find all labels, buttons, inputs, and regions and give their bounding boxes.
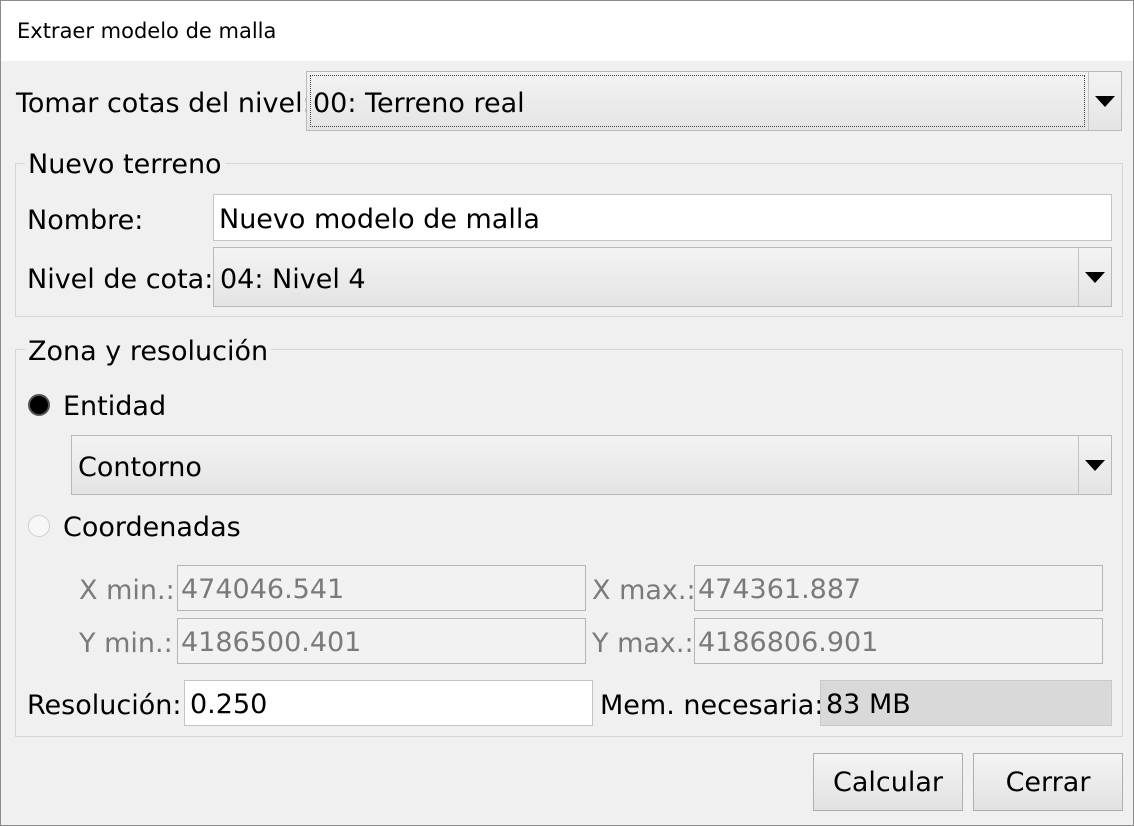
chevron-down-icon: [1085, 272, 1105, 283]
x-min-input[interactable]: 474046.541: [177, 565, 586, 611]
level-source-select[interactable]: 00: Terreno real: [306, 71, 1122, 131]
chevron-down-icon: [1095, 96, 1115, 107]
x-max-input[interactable]: 474361.887: [694, 565, 1103, 611]
coordinates-radio[interactable]: [28, 515, 50, 537]
resolution-input[interactable]: 0.250: [184, 680, 593, 726]
name-input[interactable]: Nuevo modelo de malla: [213, 194, 1112, 241]
memory-value: 83 MB: [826, 689, 911, 720]
y-max-input[interactable]: 4186806.901: [694, 618, 1103, 664]
y-min-value: 4186500.401: [181, 627, 362, 658]
zone-resolution-group: [15, 349, 1123, 737]
calculate-button[interactable]: Calcular: [813, 753, 963, 811]
entity-select-value: Contorno: [78, 452, 202, 483]
coordinates-radio-label[interactable]: Coordenadas: [63, 514, 241, 541]
close-button[interactable]: Cerrar: [973, 753, 1123, 811]
resolution-value: 0.250: [190, 689, 268, 720]
entity-radio-label[interactable]: Entidad: [63, 393, 166, 420]
level-source-value: 00: Terreno real: [313, 88, 525, 119]
memory-readout: 83 MB: [820, 680, 1112, 726]
y-min-input[interactable]: 4186500.401: [177, 618, 586, 664]
level-select-value: 04: Nivel 4: [220, 264, 366, 295]
title-bar[interactable]: Extraer modelo de malla: [1, 1, 1133, 61]
window-title: Extraer modelo de malla: [17, 19, 277, 43]
zone-resolution-group-title: Zona y resolución: [25, 338, 272, 365]
resolution-label: Resolución:: [27, 690, 182, 721]
y-min-label: Y min.:: [79, 628, 173, 659]
new-terrain-group-title: Nuevo terreno: [25, 151, 225, 178]
x-min-value: 474046.541: [181, 574, 345, 605]
level-label: Nivel de cota:: [27, 264, 214, 295]
name-input-value: Nuevo modelo de malla: [219, 204, 540, 235]
x-max-value: 474361.887: [698, 574, 862, 605]
entity-radio[interactable]: [28, 394, 50, 416]
level-select[interactable]: 04: Nivel 4: [213, 247, 1112, 307]
dropdown-button[interactable]: [1078, 436, 1111, 494]
chevron-down-icon: [1085, 460, 1105, 471]
dropdown-button[interactable]: [1078, 248, 1111, 306]
dropdown-button[interactable]: [1088, 72, 1121, 130]
extract-mesh-dialog: Extraer modelo de malla Tomar cotas del …: [0, 0, 1134, 826]
x-max-label: X max.:: [592, 575, 696, 606]
level-source-label: Tomar cotas del nivel:: [16, 88, 312, 119]
entity-select[interactable]: Contorno: [71, 435, 1112, 495]
x-min-label: X min.:: [79, 575, 175, 606]
y-max-label: Y max.:: [592, 628, 694, 659]
y-max-value: 4186806.901: [698, 627, 879, 658]
name-label: Nombre:: [27, 205, 144, 236]
memory-label: Mem. necesaria:: [600, 690, 824, 721]
